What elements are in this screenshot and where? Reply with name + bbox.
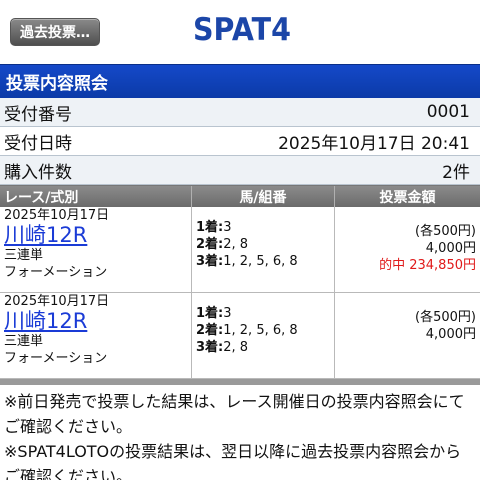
race-link[interactable]: 川崎12R — [4, 310, 191, 333]
purchase-count-label: 購入件数 — [4, 162, 72, 183]
pick-third: 3着:1, 2, 5, 6, 8 — [196, 254, 298, 269]
bet-method: フォーメーション — [4, 265, 108, 280]
receipt-datetime-row: 受付日時 2025年10月17日 20:41 — [0, 127, 480, 156]
horse-combo-cell: 1着:3 2着:1, 2, 5, 6, 8 3着:2, 8 — [192, 293, 335, 378]
race-date: 2025年10月17日 — [4, 208, 110, 223]
total-amount: 4,000円 — [425, 241, 476, 256]
header-race-type: レース/式別 — [0, 186, 192, 207]
header-horse-combo: 馬/組番 — [192, 186, 335, 207]
notes: ※前日発売で投票した結果は、レース開催日の投票内容照会にてご確認ください。 ※S… — [0, 385, 480, 480]
note-prior-day: ※前日発売で投票した結果は、レース開催日の投票内容照会にてご確認ください。 — [4, 392, 465, 436]
top-bar: 過去投票… SPAT4 — [0, 0, 480, 64]
receipt-number-label: 受付番号 — [4, 104, 72, 125]
pick-first: 1着:3 — [196, 220, 232, 235]
bet-method: フォーメーション — [4, 351, 108, 366]
pick-third: 3着:2, 8 — [196, 340, 249, 355]
bet-table-header: レース/式別 馬/組番 投票金額 — [0, 185, 480, 207]
receipt-number-row: 受付番号 0001 — [0, 98, 480, 127]
amount-cell: (各500円) 4,000円 的中 234,850円 — [335, 207, 480, 292]
receipt-datetime-value: 2025年10月17日 20:41 — [278, 133, 470, 154]
receipt-datetime-label: 受付日時 — [4, 133, 72, 154]
pick-first: 1着:3 — [196, 306, 232, 321]
header-bet-amount: 投票金額 — [379, 189, 436, 206]
purchase-count-row: 購入件数 2件 — [0, 156, 480, 185]
table-row: 2025年10月17日 川崎12R 三連単 フォーメーション 1着:3 2着:2… — [0, 207, 480, 293]
bet-type: 三連単 — [4, 248, 44, 263]
race-cell: 2025年10月17日 川崎12R 三連単 フォーメーション — [0, 293, 192, 378]
receipt-number-value: 0001 — [426, 102, 470, 122]
note-spat4loto: ※SPAT4LOTOの投票結果は、翌日以降に過去投票内容照会からご確認ください。 — [4, 442, 462, 480]
total-amount: 4,000円 — [425, 327, 476, 342]
race-date: 2025年10月17日 — [4, 294, 110, 309]
race-cell: 2025年10月17日 川崎12R 三連単 フォーメーション — [0, 207, 192, 292]
purchase-count-value: 2件 — [442, 162, 470, 183]
pick-second: 2着:2, 8 — [196, 237, 249, 252]
unit-price: (各500円) — [415, 224, 476, 239]
bet-type: 三連単 — [4, 334, 44, 349]
pick-second: 2着:1, 2, 5, 6, 8 — [196, 323, 298, 338]
back-to-past-bets-button[interactable]: 過去投票… — [10, 18, 100, 46]
amount-cell: (各500円) 4,000円 — [335, 293, 480, 378]
hit-payout: 的中 234,850円 — [379, 258, 476, 273]
horse-combo-cell: 1着:3 2着:2, 8 3着:1, 2, 5, 6, 8 — [192, 207, 335, 292]
unit-price: (各500円) — [415, 310, 476, 325]
race-link[interactable]: 川崎12R — [4, 224, 191, 247]
table-row: 2025年10月17日 川崎12R 三連単 フォーメーション 1着:3 2着:1… — [0, 293, 480, 379]
spat4-logo: SPAT4 — [193, 12, 291, 48]
section-title: 投票内容照会 — [0, 64, 480, 98]
